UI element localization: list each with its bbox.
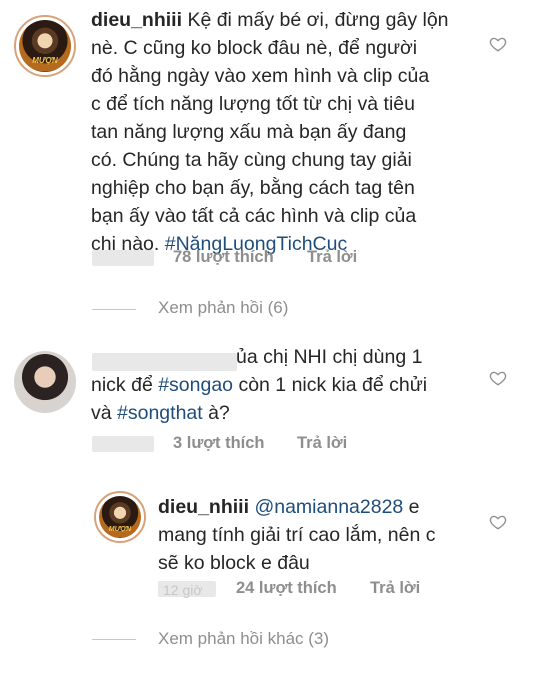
avatar[interactable]: MƯỢN bbox=[14, 15, 76, 77]
heart-outline-icon[interactable] bbox=[489, 369, 507, 387]
likes-count[interactable]: 3 lượt thích bbox=[173, 434, 265, 453]
heart-outline-icon[interactable] bbox=[489, 513, 507, 531]
comment-text: nick để bbox=[91, 374, 159, 396]
reply-button[interactable]: Trả lời bbox=[370, 579, 420, 598]
avatar-label: MƯỢN bbox=[108, 526, 132, 533]
comment-text: tan năng lượng xấu mà bạn ấy đang bbox=[91, 121, 407, 143]
hashtag-link[interactable]: #songao bbox=[158, 374, 233, 396]
comment-text: bạn ấy vào tất cả các hình và clip của bbox=[91, 205, 417, 227]
avatar[interactable]: MƯỢN bbox=[94, 491, 146, 543]
comment-text: sẽ ko block e đâu bbox=[158, 552, 310, 574]
view-more-replies-button[interactable]: Xem phản hồi khác (3) bbox=[158, 629, 329, 649]
timestamp-redacted bbox=[92, 250, 154, 266]
comment-text: còn 1 nick kia để chửi bbox=[233, 374, 428, 396]
comment-text: nghiệp cho bạn ấy, bằng cách tag tên bbox=[91, 177, 415, 199]
timestamp: 12 giờ bbox=[163, 582, 203, 598]
comment-text: Kệ đi mấy bé ơi, đừng gây lộn bbox=[187, 9, 449, 31]
hashtag-link[interactable]: #songthat bbox=[117, 402, 203, 424]
view-replies-button[interactable]: Xem phản hồi (6) bbox=[158, 298, 288, 318]
username-link[interactable]: dieu_nhiii bbox=[91, 9, 182, 31]
likes-count[interactable]: 24 lượt thích bbox=[236, 579, 337, 598]
avatar-image: MƯỢN bbox=[19, 20, 71, 72]
comment-text: e bbox=[403, 496, 420, 518]
comment-text: có. Chúng ta hãy cùng chung tay giải bbox=[91, 149, 412, 171]
reply-button[interactable]: Trả lời bbox=[297, 434, 347, 453]
likes-count[interactable]: 78 lượt thích bbox=[173, 248, 274, 267]
comment-text: ủa chị NHI chị dùng 1 bbox=[236, 346, 423, 368]
comment-body: dieu_nhiii Kệ đi mấy bé ơi, đừng gây lộn… bbox=[91, 6, 491, 258]
reply-button[interactable]: Trả lời bbox=[307, 248, 357, 267]
reply-body: dieu_nhiii @namianna2828 e mang tính giả… bbox=[158, 493, 488, 577]
comment-text: c để tích năng lượng tốt từ chị và tiêu bbox=[91, 93, 415, 115]
comment-text: và bbox=[91, 402, 118, 424]
avatar-image: MƯỢN bbox=[99, 496, 141, 538]
heart-outline-icon[interactable] bbox=[489, 35, 507, 53]
comment-text: à? bbox=[202, 402, 230, 424]
avatar-label: MƯỢN bbox=[32, 56, 58, 65]
avatar[interactable] bbox=[14, 351, 76, 413]
divider bbox=[92, 639, 136, 640]
comment-text: nè. C cũng ko block đâu nè, để người bbox=[91, 37, 418, 59]
mention-link[interactable]: @namianna2828 bbox=[254, 496, 403, 518]
username-link[interactable]: dieu_nhiii bbox=[158, 496, 249, 518]
comment-body: ủa chị NHI chị dùng 1 nick để #songao cò… bbox=[91, 343, 491, 427]
timestamp-redacted bbox=[92, 436, 154, 452]
divider bbox=[92, 309, 136, 310]
comment-text: đó hằng ngày vào xem hình và clip của bbox=[91, 65, 430, 87]
comment-text: mang tính giải trí cao lắm, nên c bbox=[158, 524, 436, 546]
